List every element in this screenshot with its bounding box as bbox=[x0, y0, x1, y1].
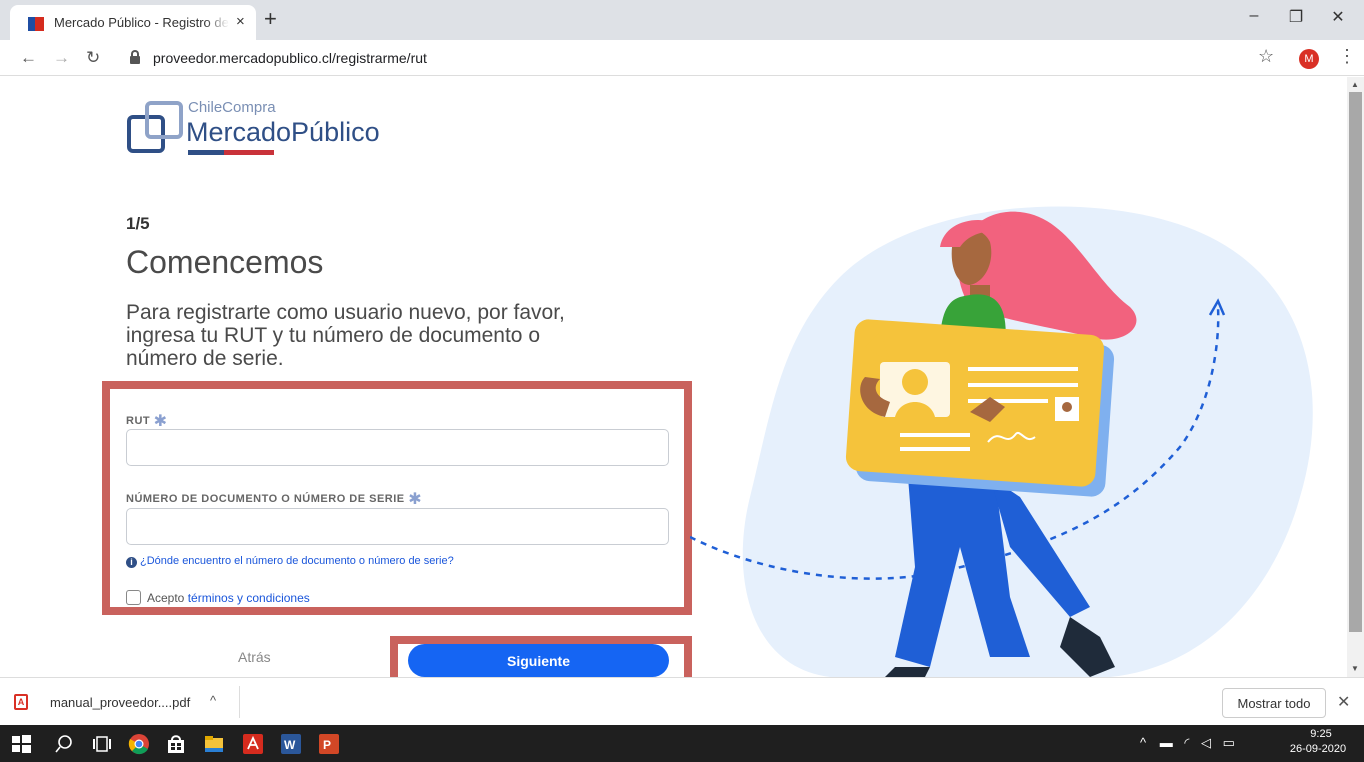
star-icon[interactable]: ☆ bbox=[1258, 46, 1274, 67]
rut-label: RUT ✱ bbox=[126, 413, 168, 430]
tab-close-icon[interactable]: × bbox=[236, 13, 245, 30]
minimize-window-icon[interactable]: – bbox=[1244, 7, 1264, 25]
windows-start-icon[interactable] bbox=[10, 733, 32, 755]
step-indicator: 1/5 bbox=[126, 214, 150, 233]
required-asterisk-icon: ✱ bbox=[153, 413, 168, 430]
wifi-icon[interactable]: ◜ bbox=[1184, 735, 1189, 750]
system-tray[interactable]: ^ ▬ ◜ ◁ ▭ bbox=[1140, 735, 1235, 751]
document-number-input[interactable] bbox=[126, 508, 669, 545]
woman-holding-id-card-illustration bbox=[690, 206, 1313, 677]
required-asterisk-icon: ✱ bbox=[408, 491, 423, 508]
info-icon: i bbox=[126, 557, 137, 568]
logo-subtitle: ChileCompra bbox=[188, 99, 276, 116]
terms-link[interactable]: términos y condiciones bbox=[188, 591, 310, 605]
back-button[interactable]: Atrás bbox=[238, 649, 271, 665]
file-explorer-icon[interactable] bbox=[203, 733, 225, 755]
store-icon[interactable] bbox=[165, 733, 187, 755]
download-file-name[interactable]: manual_proveedor....pdf bbox=[50, 695, 190, 710]
task-view-icon[interactable] bbox=[91, 733, 113, 755]
page-content: ChileCompra MercadoPúblico 1/5 Comencemo… bbox=[0, 77, 1347, 677]
forward-arrow-icon[interactable]: → bbox=[53, 48, 70, 68]
logo-flag-bar bbox=[188, 150, 274, 155]
close-downloads-bar-icon[interactable]: ✕ bbox=[1337, 692, 1350, 712]
back-arrow-icon[interactable]: ← bbox=[20, 48, 37, 68]
terms-prefix: Acepto bbox=[147, 591, 185, 605]
new-tab-button[interactable]: + bbox=[264, 5, 277, 33]
svg-text:P: P bbox=[323, 738, 331, 752]
profile-avatar[interactable]: M bbox=[1299, 49, 1319, 69]
close-window-icon[interactable]: ✕ bbox=[1328, 7, 1348, 27]
pdf-file-icon: A bbox=[14, 694, 28, 710]
terms-checkbox[interactable] bbox=[126, 590, 141, 605]
powerpoint-icon[interactable]: P bbox=[318, 733, 340, 755]
chrome-icon[interactable] bbox=[128, 733, 150, 755]
page-scrollbar[interactable]: ▲ ▼ bbox=[1347, 77, 1364, 677]
chilecompra-logo-icon bbox=[127, 101, 183, 153]
show-all-downloads-button[interactable]: Mostrar todo bbox=[1222, 688, 1326, 718]
page-title: Comencemos bbox=[126, 244, 324, 280]
kebab-menu-icon[interactable]: ⋮ bbox=[1338, 46, 1356, 67]
acrobat-icon[interactable] bbox=[242, 733, 264, 755]
document-number-label: NÚMERO DE DOCUMENTO O NÚMERO DE SERIE ✱ bbox=[126, 491, 423, 508]
address-bar[interactable]: proveedor.mercadopublico.cl/registrarme/… bbox=[120, 44, 1280, 72]
network-icon[interactable]: ▬ bbox=[1160, 735, 1173, 750]
browser-tab-bar: Mercado Público - Registro de proveedore… bbox=[0, 0, 1364, 40]
volume-icon[interactable]: ◁ bbox=[1201, 735, 1211, 750]
notification-icon[interactable]: ▭ bbox=[1223, 735, 1235, 750]
clock-date[interactable]: 26-09-2020 bbox=[1283, 743, 1353, 755]
restore-window-icon[interactable]: ❐ bbox=[1286, 7, 1306, 27]
rut-input[interactable] bbox=[126, 429, 669, 466]
logo-title: MercadoPúblico bbox=[186, 117, 380, 147]
svg-text:W: W bbox=[284, 738, 296, 752]
lock-icon bbox=[130, 50, 140, 64]
word-icon[interactable]: W bbox=[280, 733, 302, 755]
divider bbox=[239, 686, 240, 718]
browser-tab[interactable]: Mercado Público - Registro de proveedore… bbox=[10, 5, 256, 40]
search-icon[interactable] bbox=[53, 733, 75, 755]
windows-taskbar: W P ^ ▬ ◜ ◁ ▭ 9:25 26-09-2020 bbox=[0, 725, 1364, 762]
browser-toolbar: ← → ↻ proveedor.mercadopublico.cl/regist… bbox=[0, 40, 1364, 76]
intro-text: Para registrarte como usuario nuevo, por… bbox=[126, 301, 565, 370]
chevron-up-icon[interactable]: ^ bbox=[210, 693, 216, 708]
terms-row: Acepto términos y condiciones bbox=[126, 590, 310, 605]
scroll-up-icon[interactable]: ▲ bbox=[1351, 80, 1359, 89]
reload-icon[interactable]: ↻ bbox=[86, 48, 100, 68]
tray-overflow-icon[interactable]: ^ bbox=[1140, 735, 1146, 750]
clock-time[interactable]: 9:25 bbox=[1296, 728, 1346, 740]
url-text[interactable]: proveedor.mercadopublico.cl/registrarme/… bbox=[153, 50, 427, 66]
chile-flag-favicon-icon bbox=[28, 17, 44, 31]
scroll-down-icon[interactable]: ▼ bbox=[1351, 664, 1359, 673]
tab-title: Mercado Público - Registro de proveedore… bbox=[54, 15, 229, 30]
next-button[interactable]: Siguiente bbox=[408, 644, 669, 677]
downloads-bar: A manual_proveedor....pdf ^ Mostrar todo… bbox=[0, 677, 1364, 725]
document-help-link[interactable]: i ¿Dónde encuentro el número de documento… bbox=[126, 555, 454, 568]
scrollbar-thumb[interactable] bbox=[1349, 92, 1362, 632]
